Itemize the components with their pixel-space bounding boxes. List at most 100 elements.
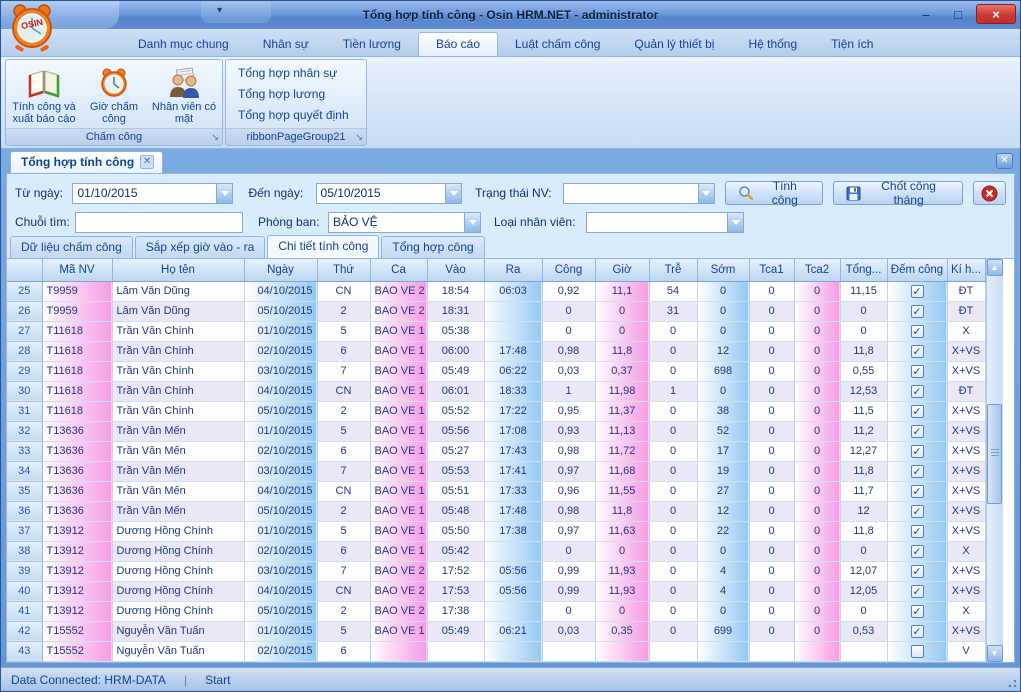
grid-cell[interactable]: 11,37	[595, 401, 649, 421]
grid-cell[interactable]: 0,98	[542, 341, 595, 361]
grid-cell[interactable]	[697, 641, 749, 661]
grid-cell[interactable]: T11618	[42, 341, 112, 361]
dialog-launcher-icon[interactable]: ↘	[355, 132, 363, 143]
grid-cell[interactable]: 05/10/2015	[244, 301, 317, 321]
osin-logo-icon[interactable]: OSIN	[7, 2, 57, 57]
grid-cell[interactable]: 06:22	[484, 361, 542, 381]
tong-hop-luong-link[interactable]: Tổng hợp lương	[236, 84, 356, 104]
grid-cell[interactable]: BAO VE 1	[370, 381, 427, 401]
nhan-vien-co-mat-button[interactable]: Nhân viên có mặt	[149, 62, 219, 128]
grid-cell[interactable]: 17:52	[427, 561, 484, 581]
attendance-checkbox[interactable]: ✓	[911, 445, 924, 458]
table-row[interactable]: 36T13636Trần Văn Mến05/10/20152BAO VE 10…	[7, 501, 985, 521]
grid-cell[interactable]: 0	[649, 561, 697, 581]
grid-cell[interactable]: ✓	[887, 321, 947, 341]
grid-cell[interactable]: T11618	[42, 381, 112, 401]
attendance-checkbox[interactable]: ✓	[911, 485, 924, 498]
grid-cell[interactable]: 11,2	[840, 421, 887, 441]
grid-cell[interactable]: CN	[317, 281, 370, 301]
grid-cell[interactable]	[649, 641, 697, 661]
grid-cell[interactable]: Dương Hồng Chính	[112, 541, 244, 561]
grid-cell[interactable]: 0	[749, 501, 794, 521]
den-ngay-dropdown[interactable]: 05/10/2015	[316, 183, 463, 204]
grid-cell[interactable]: 18:54	[427, 281, 484, 301]
grid-cell[interactable]: 52	[697, 421, 749, 441]
grid-cell[interactable]: Trần Văn Chính	[112, 361, 244, 381]
grid-cell[interactable]: 17	[697, 441, 749, 461]
grid-cell[interactable]: 27	[697, 481, 749, 501]
grid-cell[interactable]: 04/10/2015	[244, 481, 317, 501]
grid-cell[interactable]	[484, 301, 542, 321]
grid-cell[interactable]: ✓	[887, 461, 947, 481]
grid-cell[interactable]: 0	[749, 361, 794, 381]
attendance-checkbox[interactable]: ✓	[911, 625, 924, 638]
grid-cell[interactable]: ĐT	[947, 281, 985, 301]
grid-cell[interactable]: 12	[840, 501, 887, 521]
grid-cell[interactable]: 11,55	[595, 481, 649, 501]
grid-cell[interactable]: 1	[649, 381, 697, 401]
tinh-cong-button[interactable]: Tính công	[725, 181, 823, 205]
column-header[interactable]: Họ tên	[112, 259, 244, 281]
attendance-checkbox[interactable]: ✓	[911, 545, 924, 558]
grid-cell[interactable]: 11,72	[595, 441, 649, 461]
grid-cell[interactable]: 0	[794, 621, 840, 641]
table-row[interactable]: 34T13636Trần Văn Mến03/10/20157BAO VE 10…	[7, 461, 985, 481]
grid-cell[interactable]: 17:53	[427, 581, 484, 601]
grid-cell[interactable]: 0	[749, 401, 794, 421]
tong-hop-nhan-su-link[interactable]: Tổng hợp nhân sự	[236, 63, 356, 83]
loai-nhan-vien-dropdown[interactable]	[586, 212, 744, 233]
grid-cell[interactable]	[484, 641, 542, 661]
grid-cell[interactable]: 19	[697, 461, 749, 481]
row-number[interactable]: 27	[7, 321, 42, 341]
grid-cell[interactable]	[542, 641, 595, 661]
grid-cell[interactable]: 4	[697, 561, 749, 581]
trang-thai-nv-dropdown[interactable]	[563, 183, 714, 204]
grid-cell[interactable]: 02/10/2015	[244, 341, 317, 361]
grid-cell[interactable]: Dương Hồng Chính	[112, 601, 244, 621]
column-header[interactable]: Tca2	[794, 259, 840, 281]
grid-cell[interactable]: ✓	[887, 301, 947, 321]
grid-cell[interactable]: 0	[794, 461, 840, 481]
grid-cell[interactable]: BAO VE 1	[370, 621, 427, 641]
row-number[interactable]: 34	[7, 461, 42, 481]
grid-cell[interactable]: 0	[595, 321, 649, 341]
grid-cell[interactable]: 6	[317, 441, 370, 461]
column-header[interactable]: Ca	[370, 259, 427, 281]
table-row[interactable]: 30T11618Trần Văn Chính04/10/2015CNBAO VE…	[7, 381, 985, 401]
grid-cell[interactable]: 0	[697, 321, 749, 341]
grid-cell[interactable]: X	[947, 321, 985, 341]
table-row[interactable]: 25T9959Lâm Văn Dũng04/10/2015CNBAO VE 21…	[7, 281, 985, 301]
grid-cell[interactable]: 11,98	[595, 381, 649, 401]
grid-cell[interactable]	[370, 641, 427, 661]
grid-cell[interactable]: T15552	[42, 641, 112, 661]
grid-cell[interactable]: X+VS	[947, 401, 985, 421]
row-number[interactable]: 43	[7, 641, 42, 661]
grid-cell[interactable]: 6	[317, 341, 370, 361]
grid-cell[interactable]: 0,99	[542, 581, 595, 601]
grid-cell[interactable]: 0	[697, 541, 749, 561]
grid-cell[interactable]: X+VS	[947, 561, 985, 581]
column-header[interactable]: Sớm	[697, 259, 749, 281]
grid-cell[interactable]: Trần Văn Mến	[112, 481, 244, 501]
column-header[interactable]: Vào	[427, 259, 484, 281]
grid-cell[interactable]: 18:33	[484, 381, 542, 401]
grid-cell[interactable]: 05:49	[427, 361, 484, 381]
grid-cell[interactable]: T13636	[42, 481, 112, 501]
maximize-button[interactable]: □	[944, 4, 972, 24]
grid-cell[interactable]: Lâm Văn Dũng	[112, 281, 244, 301]
grid-cell[interactable]	[484, 541, 542, 561]
grid-cell[interactable]: 01/10/2015	[244, 421, 317, 441]
grid-cell[interactable]: 0	[595, 301, 649, 321]
grid-cell[interactable]: V	[947, 641, 985, 661]
row-number[interactable]: 40	[7, 581, 42, 601]
grid-cell[interactable]: BAO VE 1	[370, 321, 427, 341]
grid-cell[interactable]: 04/10/2015	[244, 281, 317, 301]
grid-cell[interactable]: 02/10/2015	[244, 541, 317, 561]
grid-cell[interactable]: Trần Văn Mến	[112, 461, 244, 481]
grid-cell[interactable]: 0	[794, 441, 840, 461]
grid-cell[interactable]: 05:53	[427, 461, 484, 481]
grid-cell[interactable]: 0	[794, 421, 840, 441]
subtab[interactable]: Chi tiết tính công	[267, 235, 379, 258]
grid-cell[interactable]: ✓	[887, 541, 947, 561]
grid-cell[interactable]: 0,97	[542, 461, 595, 481]
